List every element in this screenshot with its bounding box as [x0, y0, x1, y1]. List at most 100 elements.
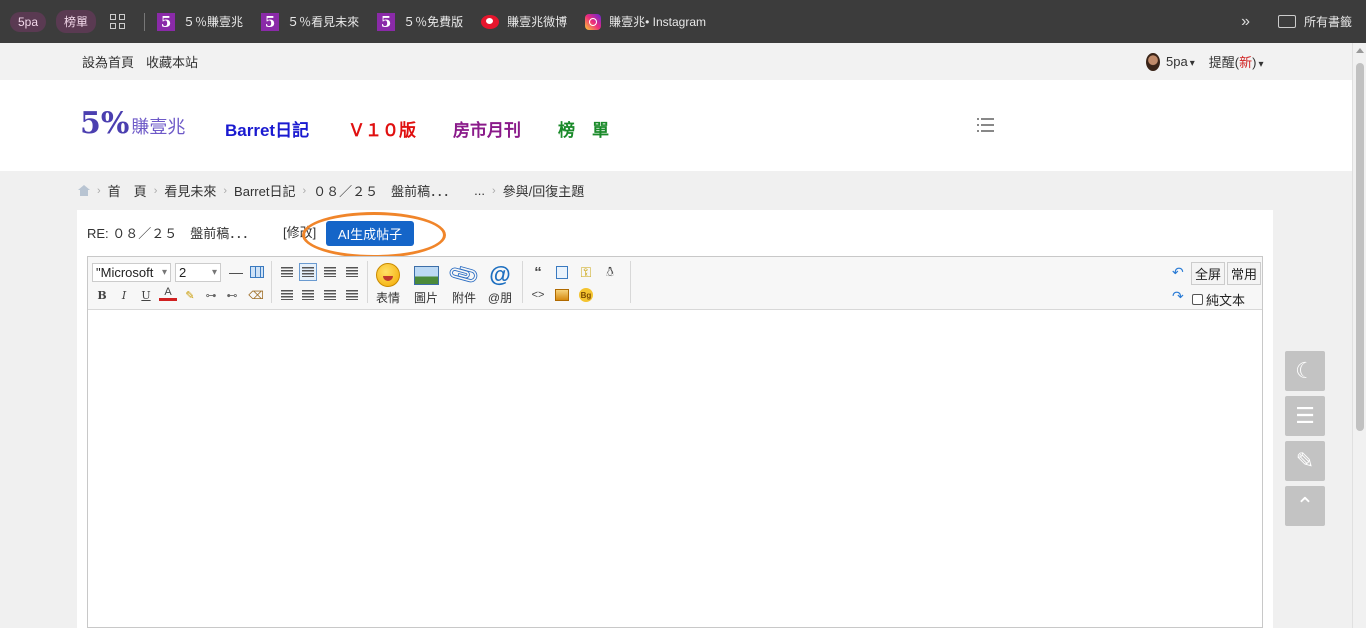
qq-icon[interactable]: 🐧︎	[601, 263, 619, 281]
horizontal-rule-icon[interactable]: —	[227, 263, 245, 281]
undo-icon[interactable]: ↶	[1172, 264, 1184, 281]
unordered-list-icon[interactable]	[343, 286, 361, 304]
plain-text-label: 純文本	[1206, 293, 1246, 308]
font-family-select[interactable]: "Microsoft	[92, 263, 171, 282]
plain-text-checkbox[interactable]: 純文本	[1192, 290, 1245, 309]
unlink-icon[interactable]: ⊷	[223, 286, 241, 304]
breadcrumb-item[interactable]: 看見未來	[164, 181, 216, 200]
profile-pill[interactable]: 5pa	[10, 11, 47, 32]
notify-suffix: )	[1252, 55, 1257, 70]
scrollbar-thumb[interactable]	[1356, 63, 1364, 431]
instagram-icon	[585, 13, 602, 30]
bold-button[interactable]: B	[93, 286, 111, 304]
mention-label: @朋	[487, 291, 513, 305]
breadcrumb-item[interactable]: ０８／２５ 盤前稿．．．	[313, 181, 456, 200]
back-to-top-icon[interactable]: ⌃	[1285, 486, 1325, 526]
site-logo[interactable]: 5% 賺壹兆	[80, 106, 185, 141]
emoji-label: 表情	[375, 291, 400, 305]
menu-list-float-icon[interactable]: ☰	[1285, 396, 1325, 436]
align-right-icon[interactable]	[343, 263, 361, 281]
ranking-pill[interactable]: 榜單	[56, 10, 97, 33]
nav-ranking[interactable]: 榜 單	[558, 116, 609, 141]
editor-textarea[interactable]	[88, 311, 1262, 627]
bookmark-label: 賺壹兆• Instagram	[609, 15, 707, 29]
nav-housing-monthly[interactable]: 房市月刊	[453, 116, 521, 141]
font-color-button[interactable]: A	[159, 286, 177, 301]
apps-grid-icon[interactable]	[110, 13, 126, 30]
breadcrumb-current: 參與/回復主題	[502, 184, 585, 199]
edit-float-icon[interactable]: ✎	[1285, 441, 1325, 481]
align-left-icon[interactable]	[299, 263, 317, 281]
mention-button[interactable]: @ @朋	[487, 262, 513, 306]
bookmark-item[interactable]: 賺壹兆• Instagram	[585, 13, 706, 30]
media-icon[interactable]	[553, 286, 571, 304]
breadcrumb-ellipsis: ...	[474, 183, 485, 198]
nav-v10[interactable]: Ｖ１０版	[348, 116, 416, 141]
smiley-icon	[375, 263, 401, 287]
attachment-button[interactable]: 📎︎ 附件	[445, 256, 483, 306]
image-button[interactable]: 圖片	[413, 263, 439, 306]
align-center-icon[interactable]	[321, 263, 339, 281]
bookmark-label: ５％賺壹兆	[183, 15, 244, 29]
scroll-up-icon[interactable]	[1356, 48, 1364, 53]
menu-list-icon[interactable]	[977, 118, 994, 133]
breadcrumb-item[interactable]: 首 頁	[108, 181, 147, 200]
attachment-label: 附件	[451, 291, 476, 305]
code-button[interactable]: <>	[529, 286, 547, 304]
bookmark-item[interactable]: 5 ５％看見未來	[261, 12, 360, 31]
nav-barret-diary[interactable]: Barret日記	[225, 116, 309, 141]
post-editor: "Microsoft 2 — B I U A ✎ ⊶ ⊷ ⌫ 表情	[87, 256, 1263, 628]
avatar[interactable]	[1146, 52, 1160, 71]
five-logo-icon: 5	[157, 12, 176, 31]
bookmark-label: ５％看見未來	[287, 15, 360, 29]
bookmark-item[interactable]: 5 ５％賺壹兆	[157, 12, 244, 31]
emoji-button[interactable]: 表情	[375, 263, 401, 306]
notify-prefix: 提醒(	[1208, 55, 1240, 70]
ai-generate-post-button[interactable]: AI生成帖子	[326, 221, 414, 246]
font-size-select[interactable]: 2	[175, 263, 221, 282]
folder-icon	[1277, 15, 1296, 28]
image-label: 圖片	[413, 291, 438, 305]
indent-icon[interactable]	[299, 286, 317, 304]
highlight-icon[interactable]: ✎	[181, 286, 199, 304]
user-menu[interactable]: 5pa	[1166, 54, 1195, 69]
notifications-menu[interactable]: 提醒(新)	[1209, 52, 1264, 71]
common-button[interactable]: 常用	[1227, 262, 1262, 285]
checkbox-box	[1192, 294, 1203, 305]
logo-percent: 5%	[80, 106, 130, 141]
bookmark-item[interactable]: 賺壹兆微博	[481, 13, 567, 30]
background-icon[interactable]: Bg	[577, 286, 595, 304]
fullscreen-button[interactable]: 全屏	[1191, 262, 1226, 285]
underline-button[interactable]: U	[137, 286, 155, 304]
breadcrumb: › 首 頁 › 看見未來 › Barret日記 › ０８／２５ 盤前稿．．． .…	[78, 181, 584, 200]
more-bookmarks-button[interactable]: »	[1241, 13, 1250, 31]
bookmarks-bar: 5pa 榜單 5 ５％賺壹兆 5 ５％看見未來 5 ５％免費版 賺壹兆微博 賺壹兆• …	[0, 0, 1366, 43]
set-homepage-link[interactable]: 設為首頁	[82, 52, 134, 71]
key-icon[interactable]: ⚿	[577, 263, 595, 281]
page-scrollbar[interactable]	[1352, 43, 1366, 628]
breadcrumb-item[interactable]: Barret日記	[234, 181, 295, 200]
site-topbar: 設為首頁 收藏本站 5pa 提醒(新)	[0, 43, 1352, 80]
notify-new: 新	[1239, 55, 1253, 70]
bookmark-item[interactable]: 5 ５％免費版	[377, 12, 463, 31]
all-bookmarks-button[interactable]: 所有書籤	[1304, 13, 1352, 30]
redo-icon[interactable]: ↷	[1172, 288, 1184, 305]
logo-text: 賺壹兆	[131, 117, 186, 137]
paperclip-icon: 📎︎	[445, 256, 483, 293]
reply-panel: RE: ０８／２５ 盤前稿．．． [修改] AI生成帖子 "Microsoft …	[77, 210, 1273, 628]
italic-button[interactable]: I	[115, 286, 133, 304]
home-icon[interactable]	[78, 185, 90, 196]
bookmark-label: 賺壹兆微博	[507, 15, 568, 29]
five-logo-icon: 5	[261, 12, 280, 31]
bookmark-site-link[interactable]: 收藏本站	[146, 52, 198, 71]
weibo-icon	[481, 14, 500, 29]
link-icon[interactable]: ⊶	[202, 286, 220, 304]
float-left-icon[interactable]	[278, 263, 296, 281]
quote-button[interactable]: “	[529, 263, 547, 281]
ordered-list-icon[interactable]	[321, 286, 339, 304]
clear-format-icon[interactable]: ⌫	[247, 286, 265, 304]
float-right-icon[interactable]	[278, 286, 296, 304]
night-mode-icon[interactable]: ☾	[1285, 351, 1325, 391]
table-icon[interactable]	[248, 263, 266, 281]
code-block-icon[interactable]	[553, 263, 571, 281]
